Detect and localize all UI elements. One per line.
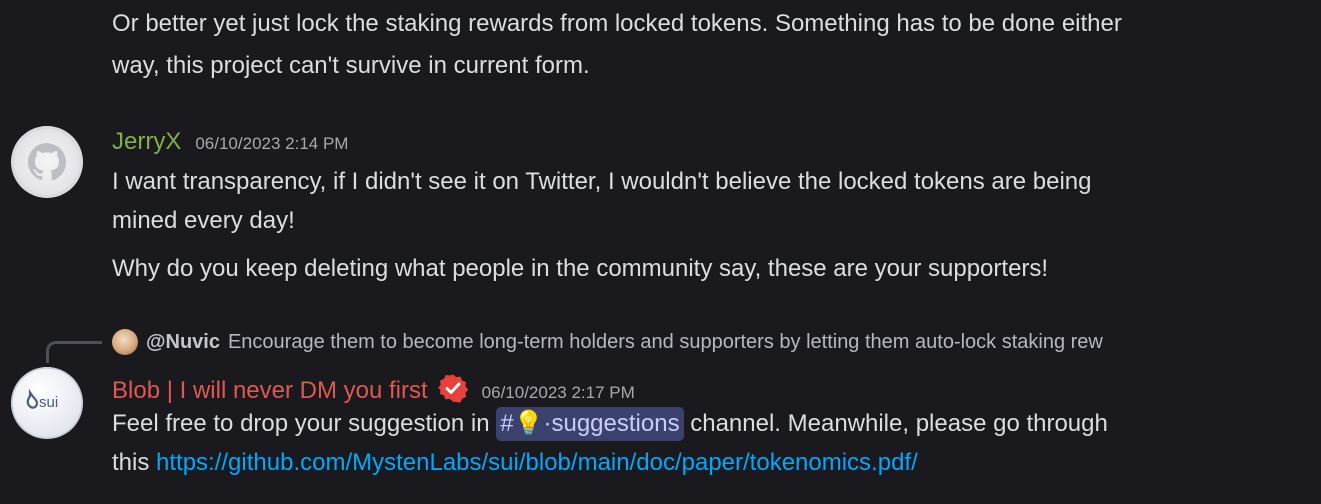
reply-username[interactable]: @Nuvic <box>146 331 220 354</box>
username-blob[interactable]: Blob | I will never DM you first <box>112 377 428 405</box>
avatar-nuvic <box>112 329 138 355</box>
channel-mention-suggestions[interactable]: #💡·suggestions <box>496 407 684 441</box>
reply-preview[interactable]: @Nuvic Encourage them to become long-ter… <box>112 326 1297 358</box>
lightbulb-emoji-icon: 💡 <box>513 410 544 437</box>
message-text-line: mined every day! <box>112 207 295 234</box>
tokenomics-pdf-link[interactable]: https://github.com/MystenLabs/sui/blob/m… <box>156 449 918 476</box>
message-text-segment: Feel free to drop your suggestion in <box>112 410 497 437</box>
reply-connector <box>46 341 102 363</box>
message-text-line: way, this project can't survive in curre… <box>112 52 590 79</box>
message-text-line: this https://github.com/MystenLabs/sui/b… <box>112 443 918 483</box>
message-text-line: Why do you keep deleting what people in … <box>112 255 1049 282</box>
sui-logo-icon: sui <box>11 367 83 439</box>
message-timestamp[interactable]: 06/10/2023 2:14 PM <box>195 134 348 154</box>
message-text-line: Feel free to drop your suggestion in #💡·… <box>112 404 1108 444</box>
github-octocat-icon <box>12 127 82 197</box>
message-text-line: Or better yet just lock the staking rewa… <box>112 10 1122 37</box>
message-header-blob: Blob | I will never DM you first 06/10/2… <box>112 368 635 405</box>
chat-message-list: Or better yet just lock the staking rewa… <box>0 0 1321 504</box>
channel-hash-icon: # <box>500 410 514 437</box>
username-jerryx[interactable]: JerryX <box>112 128 181 156</box>
verified-check-icon <box>437 373 468 403</box>
message-text-line: I want transparency, if I didn't see it … <box>112 168 1092 195</box>
reply-excerpt[interactable]: Encourage them to become long-term holde… <box>228 331 1103 354</box>
avatar-blob[interactable]: sui <box>11 367 83 439</box>
message-text-segment: this <box>112 449 157 476</box>
message-text-segment: channel. Meanwhile, please go through <box>683 410 1108 437</box>
sui-logo-text: sui <box>39 394 58 411</box>
message-timestamp[interactable]: 06/10/2023 2:17 PM <box>482 383 635 403</box>
message-header-jerryx: JerryX 06/10/2023 2:14 PM <box>112 128 348 156</box>
channel-mention-name: ·suggestions <box>543 410 680 437</box>
avatar-jerryx[interactable] <box>11 126 83 198</box>
